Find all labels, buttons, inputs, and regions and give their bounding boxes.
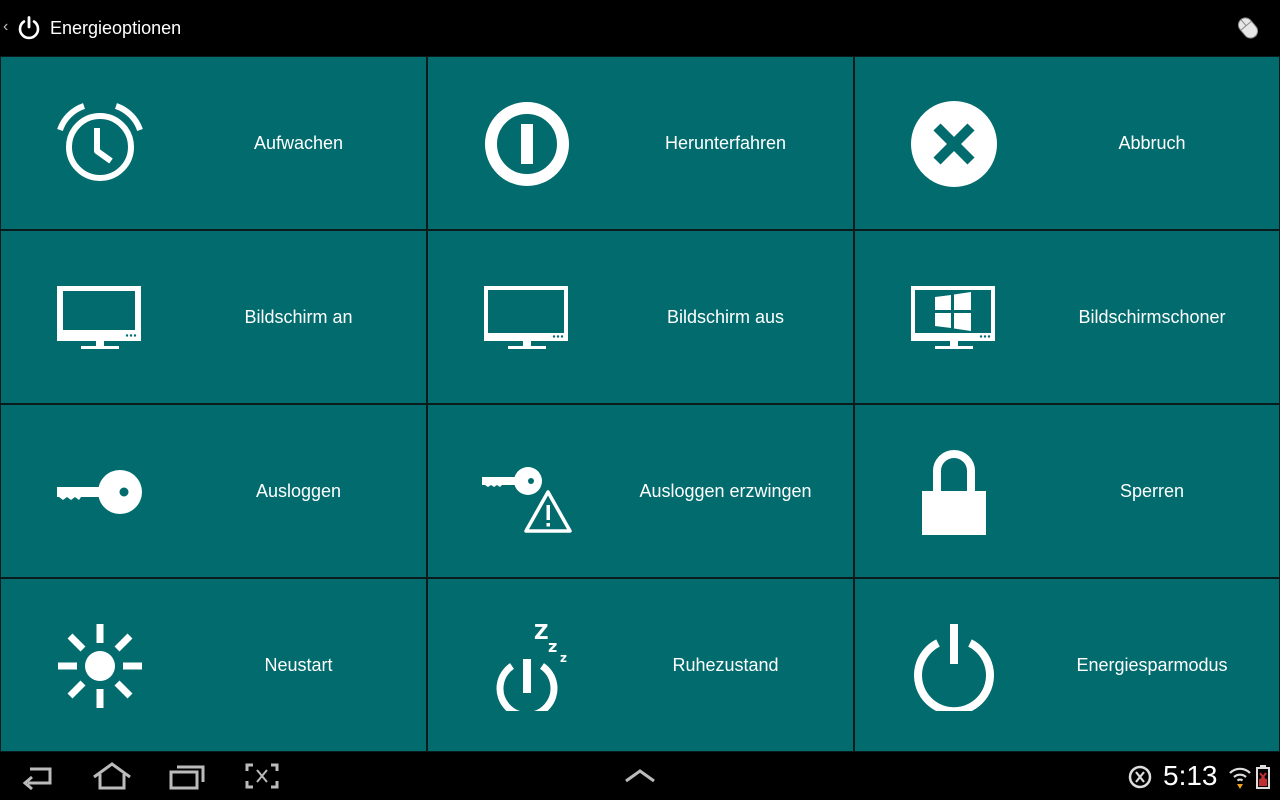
lock-icon: [922, 450, 986, 535]
chevron-up-icon[interactable]: [618, 760, 662, 792]
tile-cancel[interactable]: Abbruch: [854, 56, 1280, 230]
page-title: Energieoptionen: [50, 18, 182, 38]
cancel-icon: [911, 101, 997, 187]
action-bar: ‹ Energieoptionen: [0, 0, 1280, 56]
hibernate-icon: Z z z: [496, 621, 567, 711]
standby-icon: [914, 624, 994, 711]
tile-label: Bildschirm aus: [666, 306, 785, 327]
notification-icon[interactable]: [1128, 765, 1152, 789]
recent-apps-icon[interactable]: [165, 760, 209, 792]
svg-text:z: z: [560, 651, 567, 665]
svg-text:Z: Z: [534, 621, 549, 644]
tile-standby[interactable]: Energiesparmodus: [854, 578, 1280, 752]
restart-icon: [58, 624, 142, 708]
system-nav-bar: [0, 752, 1280, 800]
chevron-left-icon[interactable]: ‹: [3, 17, 8, 37]
tile-label: Ruhezustand: [672, 654, 779, 675]
mouse-icon[interactable]: [1234, 14, 1262, 42]
tile-label: Abbruch: [1118, 132, 1186, 153]
svg-text:z: z: [548, 637, 557, 656]
home-icon[interactable]: [90, 760, 134, 792]
tile-screen-on[interactable]: Bildschirm an: [0, 230, 427, 404]
monitor-off-icon: [484, 286, 568, 349]
tile-label: Ausloggen erzwingen: [639, 480, 812, 501]
key-warning-icon: [482, 467, 572, 533]
shutdown-icon: [485, 102, 569, 186]
power-icon[interactable]: [16, 15, 42, 41]
tile-screen-off[interactable]: Bildschirm aus: [427, 230, 854, 404]
tile-label: Bildschirmschoner: [1078, 306, 1226, 327]
tile-label: Aufwachen: [253, 132, 344, 153]
tile-shutdown[interactable]: Herunterfahren: [427, 56, 854, 230]
screenshot-icon[interactable]: [240, 760, 284, 792]
status-clock: 5:13: [1163, 760, 1218, 791]
battery-icon: [1256, 765, 1270, 789]
tile-screensaver[interactable]: Bildschirmschoner: [854, 230, 1280, 404]
monitor-on-icon: [57, 286, 141, 349]
key-icon: [57, 470, 142, 514]
wifi-icon: [1229, 767, 1251, 789]
alarm-clock-icon: [57, 103, 143, 181]
screensaver-icon: [911, 286, 995, 349]
tile-restart[interactable]: Neustart: [0, 578, 427, 752]
tile-lock[interactable]: Sperren: [854, 404, 1280, 578]
tile-label: Herunterfahren: [664, 132, 787, 153]
tile-label: Sperren: [1119, 480, 1185, 501]
power-options-grid: Aufwachen Herunterfahren Abbruch Bildsch…: [0, 56, 1280, 752]
tile-label: Bildschirm an: [244, 306, 353, 327]
tile-force-logout[interactable]: Ausloggen erzwingen: [427, 404, 854, 578]
tile-wake[interactable]: Aufwachen: [0, 56, 427, 230]
tile-hibernate[interactable]: Z z z Ruhezustand: [427, 578, 854, 752]
back-icon[interactable]: [16, 760, 60, 792]
tile-label: Energiesparmodus: [1076, 654, 1228, 675]
tile-logout[interactable]: Ausloggen: [0, 404, 427, 578]
tile-label: Neustart: [264, 654, 333, 675]
tile-label: Ausloggen: [255, 480, 342, 501]
